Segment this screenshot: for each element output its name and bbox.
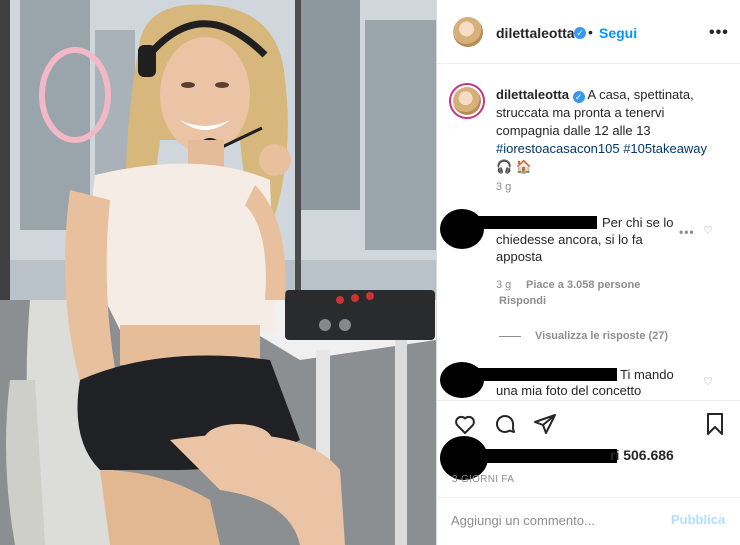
comment-2-heart-icon[interactable]: ♡ — [703, 375, 713, 388]
redacted-avatar — [440, 209, 484, 249]
author-username[interactable]: dilettaleotta — [496, 25, 575, 41]
replies-line — [499, 336, 521, 337]
view-replies-button[interactable]: Visualizza le risposte (27) — [535, 330, 668, 342]
more-options-icon[interactable]: ••• — [709, 24, 729, 42]
author-avatar[interactable] — [453, 17, 483, 47]
comment-1-time: 3 g — [496, 279, 512, 291]
post-caption: dilettaleotta ✓ A casa, spettinata, stru… — [496, 86, 726, 176]
likes-count[interactable]: ri 506.686 — [610, 447, 674, 463]
caption-hashtags[interactable]: #iorestoacasacon105 #105takeaway — [496, 141, 707, 156]
redacted-username-2 — [467, 368, 617, 381]
caption-verified-icon: ✓ — [572, 91, 585, 103]
redacted-likers — [467, 449, 617, 463]
post-date: 3 GIORNI FA — [452, 474, 515, 485]
actions-divider — [437, 400, 740, 401]
comment-2-line-2: una mia foto del concetto — [496, 383, 642, 398]
publish-button[interactable]: Pubblica — [671, 512, 725, 527]
like-heart-icon[interactable] — [453, 412, 477, 436]
comment-1-likes[interactable]: Piace a 3.058 persone — [526, 279, 640, 291]
comment-1-heart-icon[interactable]: ♡ — [703, 224, 713, 237]
follow-button[interactable]: Segui — [599, 25, 637, 41]
add-comment-input[interactable] — [451, 508, 661, 532]
header-divider — [437, 63, 740, 64]
comment-1-line-2: chiedesse ancora, si lo fa — [496, 232, 643, 247]
comment-1-more-icon[interactable]: ••• — [679, 225, 695, 239]
comment-1-reply-button[interactable]: Rispondi — [499, 295, 546, 307]
comment-icon[interactable] — [493, 412, 517, 436]
redacted-username — [467, 216, 597, 229]
caption-username[interactable]: dilettaleotta — [496, 87, 569, 102]
caption-emoji: 🎧 🏠 — [496, 159, 532, 174]
post-sidebar: dilettaleotta ✓ • Segui ••• dilettaleott… — [437, 0, 740, 545]
share-send-icon[interactable] — [533, 412, 557, 436]
separator-dot: • — [588, 24, 593, 40]
verified-badge-icon: ✓ — [574, 27, 586, 39]
comment-1-line-3: apposta — [496, 249, 543, 264]
caption-avatar[interactable] — [453, 87, 481, 115]
caption-time[interactable]: 3 g — [496, 181, 511, 193]
post-photo[interactable] — [0, 0, 436, 545]
comment-divider — [437, 497, 740, 498]
bookmark-icon[interactable] — [703, 412, 727, 436]
comment-1-line-1: Per chi se lo — [602, 215, 674, 230]
post-photo-illustration — [0, 0, 436, 545]
